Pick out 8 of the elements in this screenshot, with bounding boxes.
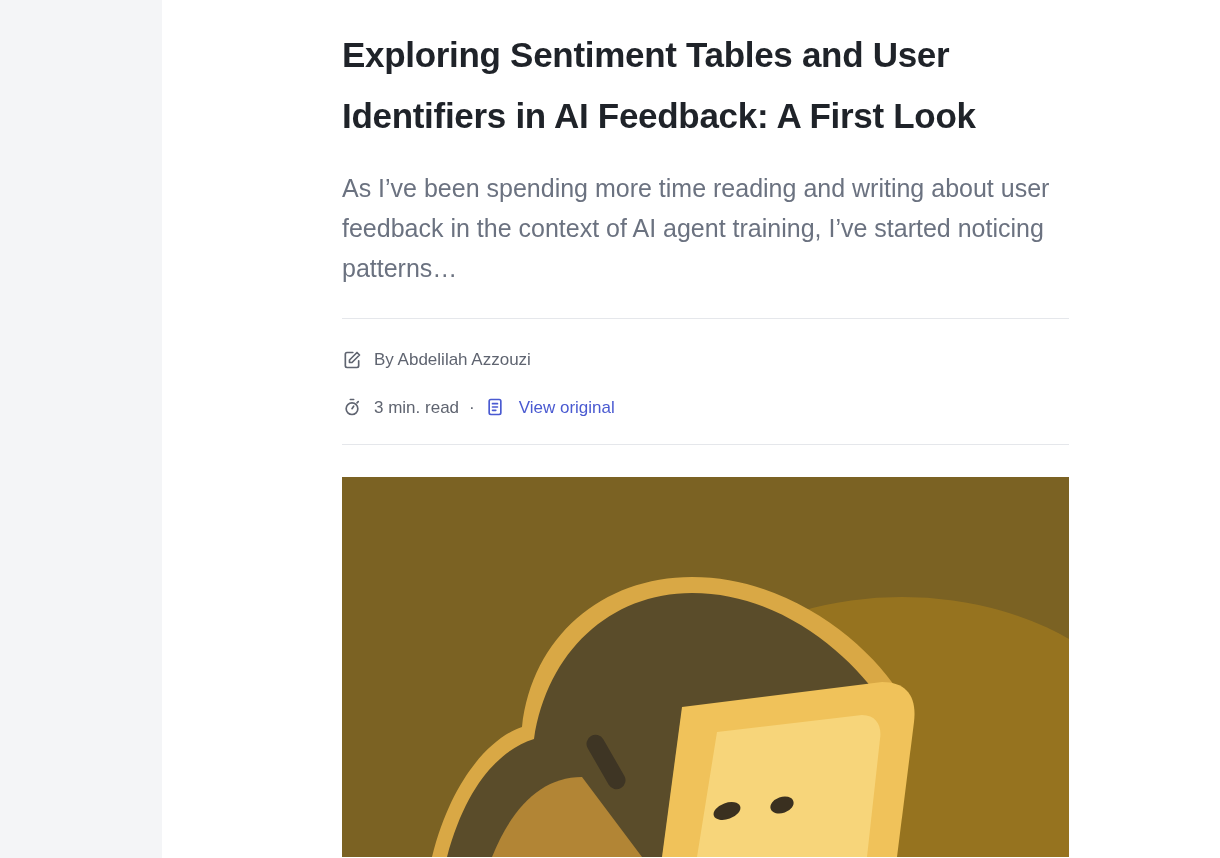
read-time: 3 min. read	[374, 396, 460, 419]
separator-dot: ·	[469, 396, 475, 419]
article-title: Exploring Sentiment Tables and User Identifiers in AI Feedback: A First Look	[342, 34, 977, 137]
view-original-link[interactable]: View original	[518, 394, 615, 420]
article-excerpt: As I’ve been spending more time reading and writing about user feedback in the context of AI agent training, I’ve started noticing patterns…	[342, 173, 1051, 284]
author-name: By Abdelilah Azzouzi	[374, 349, 531, 371]
stopwatch-icon	[342, 397, 362, 418]
edit-icon	[342, 349, 362, 370]
